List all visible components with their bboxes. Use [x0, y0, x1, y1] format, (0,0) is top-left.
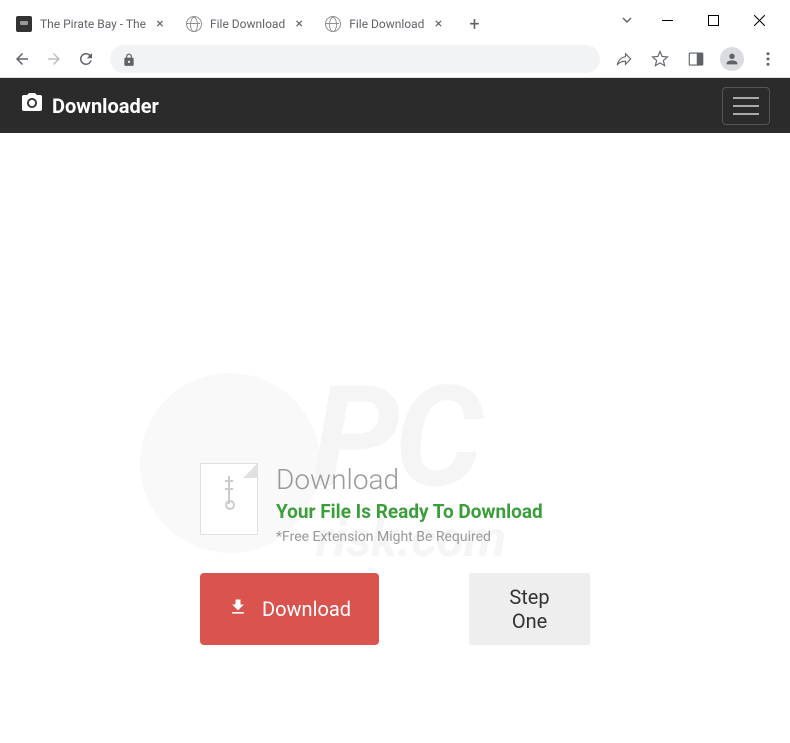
- bookmark-icon[interactable]: [646, 45, 674, 73]
- side-panel-icon[interactable]: [682, 45, 710, 73]
- toolbar-right: [610, 45, 782, 73]
- share-icon[interactable]: [610, 45, 638, 73]
- minimize-button[interactable]: [644, 5, 690, 35]
- close-tab-icon[interactable]: ×: [291, 16, 307, 32]
- download-subheading: Your File Is Ready To Download: [276, 500, 543, 523]
- favicon-globe: [186, 16, 202, 32]
- download-icon: [228, 597, 248, 622]
- download-note: *Free Extension Might Be Required: [276, 529, 543, 545]
- close-tab-icon[interactable]: ×: [152, 16, 168, 32]
- tabs-area: The Pirate Bay - The × File Download × F…: [0, 0, 610, 40]
- brand[interactable]: Downloader: [20, 91, 159, 120]
- profile-avatar[interactable]: [718, 45, 746, 73]
- window-controls: [610, 5, 782, 35]
- new-tab-button[interactable]: +: [460, 10, 488, 38]
- favicon-globe: [325, 16, 341, 32]
- tab-0[interactable]: The Pirate Bay - The ×: [8, 8, 176, 40]
- browser-titlebar: The Pirate Bay - The × File Download × F…: [0, 0, 790, 40]
- page-content: PC risk.com Download Your File Is Ready …: [0, 133, 790, 743]
- download-block: Download Your File Is Ready To Download …: [200, 463, 590, 645]
- tab-search-icon[interactable]: [610, 5, 644, 35]
- buttons-row: Download Step One: [200, 573, 590, 645]
- tab-1[interactable]: File Download ×: [178, 8, 315, 40]
- forward-button[interactable]: [40, 45, 68, 73]
- download-heading: Download: [276, 463, 543, 496]
- download-button-label: Download: [262, 597, 351, 621]
- download-top: Download Your File Is Ready To Download …: [200, 463, 590, 545]
- lock-icon: [122, 52, 136, 66]
- browser-toolbar: [0, 40, 790, 78]
- reload-button[interactable]: [72, 45, 100, 73]
- address-bar[interactable]: [110, 45, 600, 73]
- hamburger-menu[interactable]: [722, 87, 770, 125]
- tab-title: File Download: [210, 17, 285, 31]
- favicon-pb: [16, 16, 32, 32]
- back-button[interactable]: [8, 45, 36, 73]
- tab-title: The Pirate Bay - The: [40, 17, 146, 31]
- download-text: Download Your File Is Ready To Download …: [276, 463, 543, 545]
- close-tab-icon[interactable]: ×: [430, 16, 446, 32]
- maximize-button[interactable]: [690, 5, 736, 35]
- zip-file-icon: [200, 463, 258, 535]
- page-navbar: Downloader: [0, 78, 790, 133]
- camera-icon: [20, 91, 44, 120]
- download-button[interactable]: Download: [200, 573, 379, 645]
- menu-icon[interactable]: [754, 45, 782, 73]
- tab-2[interactable]: File Download ×: [317, 8, 454, 40]
- brand-label: Downloader: [52, 94, 159, 118]
- step-one-button[interactable]: Step One: [469, 573, 590, 645]
- close-window-button[interactable]: [736, 5, 782, 35]
- tab-title: File Download: [349, 17, 424, 31]
